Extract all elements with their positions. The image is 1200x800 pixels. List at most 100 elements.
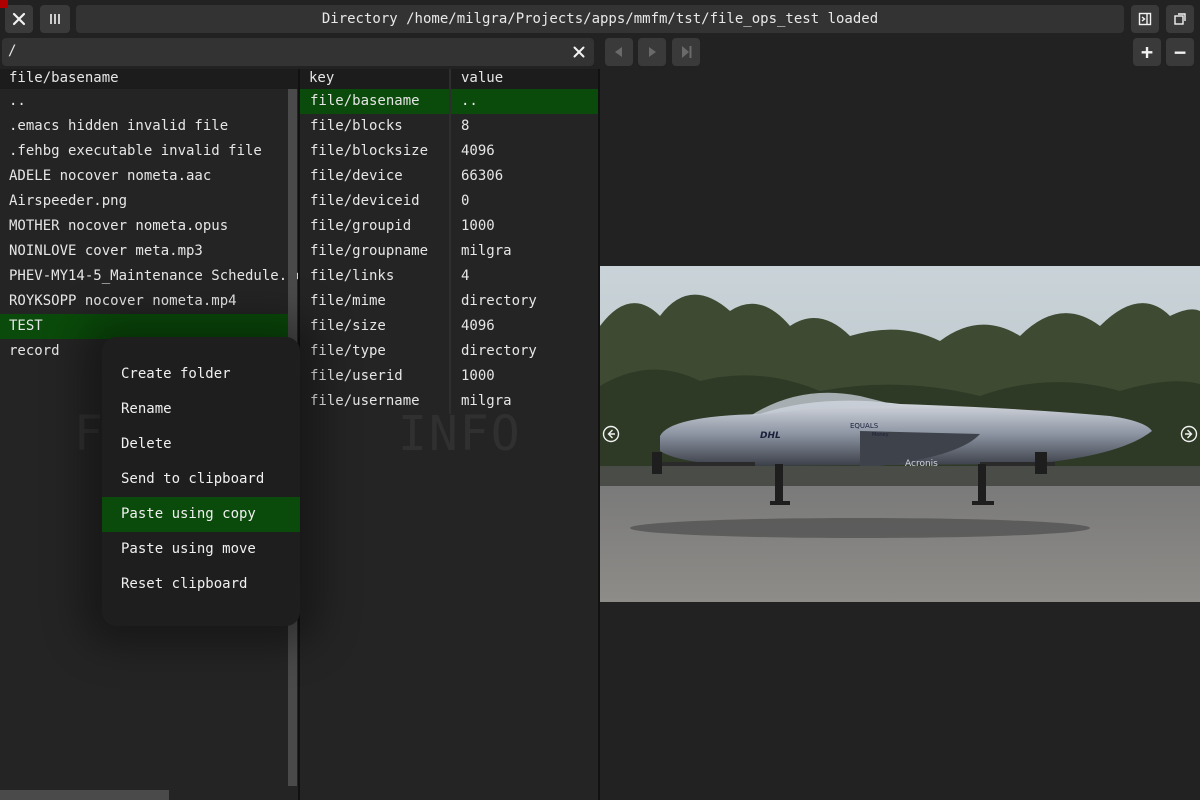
file-row[interactable]: PHEV-MY14-5_Maintenance Schedule.pdf (0, 264, 298, 289)
file-row[interactable]: Airspeeder.png (0, 189, 288, 214)
info-value: 4096 (461, 143, 495, 159)
livery-equals: EQUALS (850, 422, 879, 430)
prev-icon (615, 47, 622, 57)
zoom-out-button[interactable]: − (1166, 38, 1194, 66)
info-value-header[interactable]: value (461, 70, 503, 86)
info-header: key value (300, 69, 598, 89)
column-divider (449, 114, 451, 139)
files-hscrollbar[interactable] (0, 790, 169, 800)
info-key: file/type (310, 343, 386, 359)
file-name: .emacs hidden invalid file (9, 118, 229, 134)
file-row[interactable]: .emacs hidden invalid file (0, 114, 288, 139)
info-row[interactable]: file/mime directory (300, 289, 598, 314)
status-bar: Directory /home/milgra/Projects/apps/mmf… (76, 5, 1124, 33)
menu-item[interactable]: Paste using move (102, 532, 300, 567)
file-row[interactable]: ROYKSOPP nocover nometa.mp4 (0, 289, 288, 314)
info-row[interactable]: file/type directory (300, 339, 598, 364)
info-panel: INFO key value file/basename.. file/block… (300, 69, 598, 800)
file-row[interactable]: MOTHER nocover nometa.opus (0, 214, 288, 239)
file-name: TEST (9, 318, 43, 334)
menu-item[interactable]: Rename (102, 392, 300, 427)
file-name: MOTHER nocover nometa.opus (9, 218, 229, 234)
info-row[interactable]: file/device 66306 (300, 164, 598, 189)
column-divider (449, 339, 451, 364)
info-value: 1000 (461, 218, 495, 234)
info-key-header[interactable]: key (309, 70, 334, 86)
info-row[interactable]: file/blocks 8 (300, 114, 598, 139)
column-divider (449, 389, 451, 414)
file-name: PHEV-MY14-5_Maintenance Schedule.pdf (9, 268, 298, 284)
column-divider (449, 214, 451, 239)
info-key: file/device (310, 168, 403, 184)
column-divider (449, 139, 451, 164)
menu-item[interactable]: Send to clipboard (102, 462, 300, 497)
livery-dhl: DHL (760, 431, 781, 441)
file-row[interactable]: ADELE nocover nometa.aac (0, 164, 288, 189)
info-row[interactable]: file/links 4 (300, 264, 598, 289)
info-value: 4 (461, 268, 470, 284)
info-row[interactable]: file/basename.. (300, 89, 598, 114)
zoom-in-button[interactable]: + (1133, 38, 1161, 66)
info-key: file/blocksize (310, 143, 429, 159)
prev-button[interactable] (605, 38, 633, 66)
menu-item[interactable]: Reset clipboard (102, 567, 300, 602)
files-header[interactable]: file/basename (0, 69, 298, 89)
info-row[interactable]: file/groupid 1000 (300, 214, 598, 239)
status-title: Directory /home/milgra/Projects/apps/mmf… (321, 11, 879, 27)
column-divider (449, 264, 451, 289)
info-key: file/deviceid (310, 193, 420, 209)
sidebar-toggle-icon (1138, 12, 1152, 26)
file-name: .fehbg executable invalid file (9, 143, 262, 159)
circle-arrow-left-icon (602, 425, 620, 443)
next-image-button[interactable] (1180, 425, 1198, 447)
airspeeder-image: Acronis DHL EQUALS Money (600, 266, 1200, 602)
column-divider (449, 314, 451, 339)
info-row[interactable]: file/blocksize 4096 (300, 139, 598, 164)
sidebar-toggle-button[interactable] (1131, 5, 1159, 33)
info-row[interactable]: file/groupname milgra (300, 239, 598, 264)
clear-icon[interactable] (573, 46, 585, 58)
header-column-divider (449, 69, 451, 89)
column-divider (449, 189, 451, 214)
columns-icon (50, 14, 60, 24)
info-row[interactable]: file/username milgra (300, 389, 598, 414)
close-button[interactable] (5, 5, 33, 33)
livery-money: Money (872, 432, 889, 438)
next-button[interactable] (672, 38, 700, 66)
info-key: file/groupid (310, 218, 412, 234)
files-header-label: file/basename (9, 70, 119, 86)
menu-item[interactable]: Delete (102, 427, 300, 462)
info-value: 0 (461, 193, 470, 209)
path-input[interactable]: / (8, 43, 16, 59)
columns-button[interactable] (40, 5, 70, 33)
file-name: record (9, 343, 60, 359)
info-value: 66306 (461, 168, 504, 184)
fullscreen-button[interactable] (1166, 5, 1194, 33)
info-key: file/userid (310, 368, 403, 384)
info-row[interactable]: file/deviceid 0 (300, 189, 598, 214)
info-value: directory (461, 293, 537, 309)
preview-area: Acronis DHL EQUALS Money (600, 69, 1200, 800)
file-row[interactable]: NOINLOVE cover meta.mp3 (0, 239, 288, 264)
play-button[interactable] (638, 38, 666, 66)
play-icon (649, 47, 656, 57)
menu-item[interactable]: Paste using copy (102, 497, 300, 532)
zoom-out-label: − (1173, 40, 1187, 64)
path-input-box[interactable]: / (2, 38, 594, 66)
info-key: file/groupname (310, 243, 429, 259)
info-row[interactable]: file/userid 1000 (300, 364, 598, 389)
info-row[interactable]: file/size 4096 (300, 314, 598, 339)
file-row[interactable]: .fehbg executable invalid file (0, 139, 288, 164)
file-name: ADELE nocover nometa.aac (9, 168, 212, 184)
column-divider (449, 239, 451, 264)
corner-marker (0, 0, 8, 8)
prev-image-button[interactable] (602, 425, 620, 447)
file-row[interactable]: .. (0, 89, 288, 114)
info-key: file/basename (310, 93, 420, 109)
menu-item[interactable]: Create folder (102, 357, 300, 392)
file-row[interactable]: TEST (0, 314, 288, 339)
file-name: Airspeeder.png (9, 193, 128, 209)
close-icon (12, 12, 26, 26)
file-name: .. (9, 93, 26, 109)
zoom-in-label: + (1140, 40, 1154, 64)
